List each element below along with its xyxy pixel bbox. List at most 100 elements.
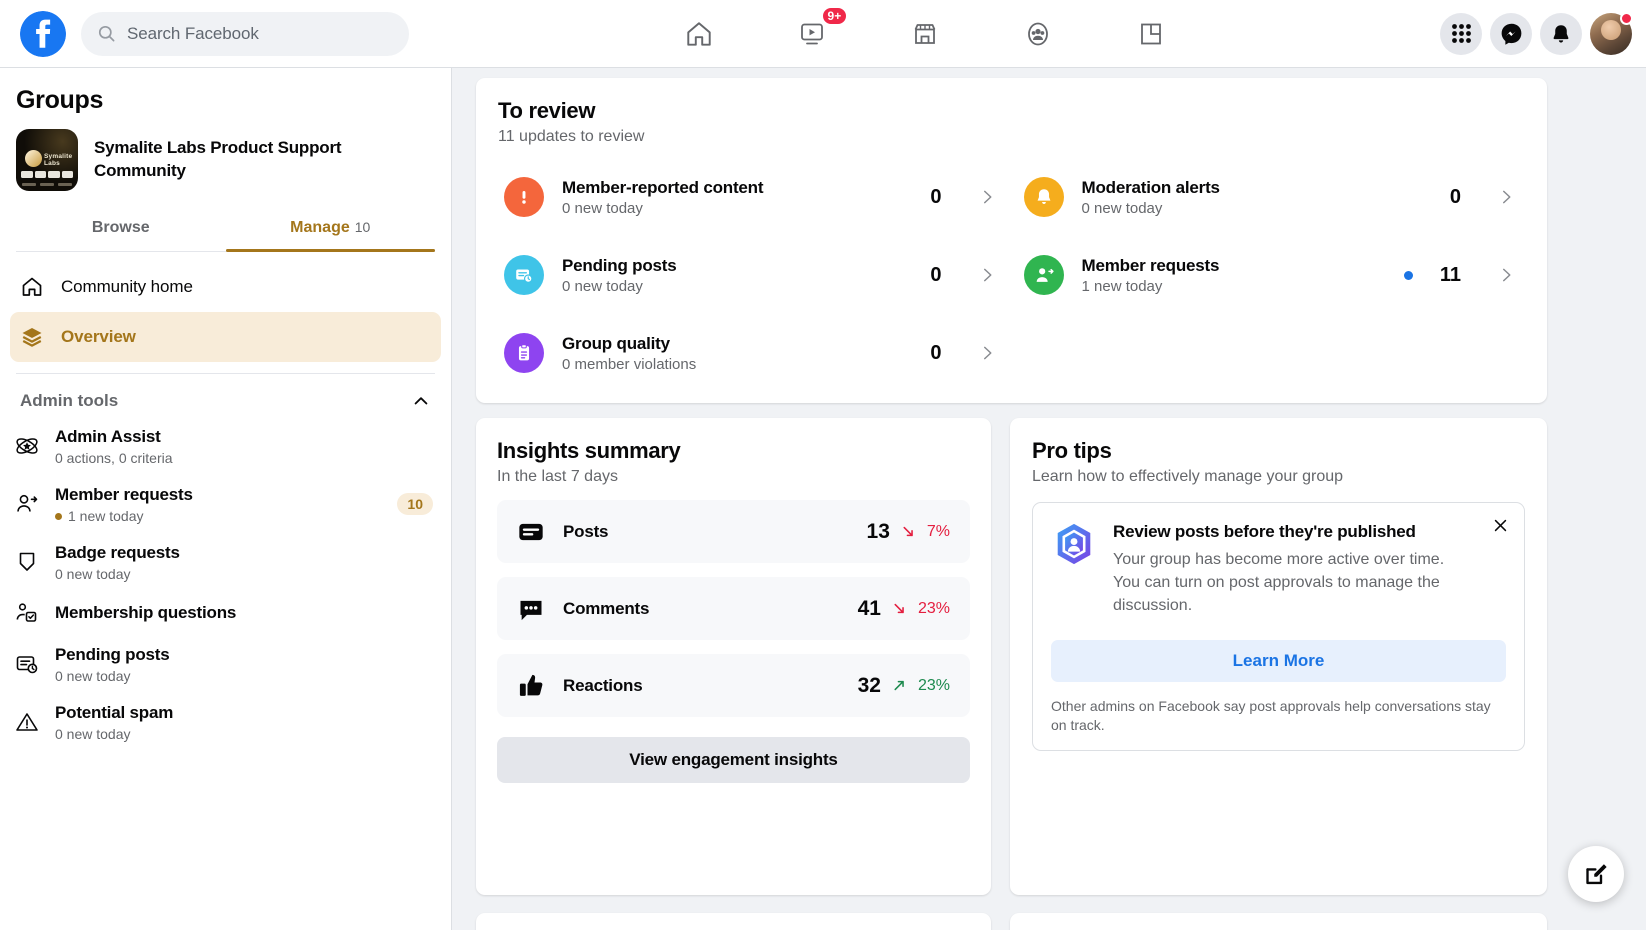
review-sub: 0 member violations: [562, 356, 912, 373]
stat-value: 41: [858, 597, 881, 621]
video-play-icon: [798, 20, 826, 48]
pending-post-icon: [504, 255, 544, 295]
group-thumb-label: Symalite Labs: [44, 153, 78, 167]
view-engagement-insights-button[interactable]: View engagement insights: [497, 737, 970, 783]
tab-manage-label: Manage: [290, 219, 350, 236]
nav-tab-home[interactable]: [642, 0, 755, 67]
tab-browse-label: Browse: [92, 219, 150, 236]
stat-label: Reactions: [563, 676, 642, 696]
tool-item-potential-spam[interactable]: Potential spam 0 new today: [0, 693, 451, 751]
to-review-card: To review 11 updates to review Member-re…: [476, 78, 1547, 403]
nav-tab-video[interactable]: 9+: [755, 0, 868, 67]
admin-assist-icon: [14, 433, 40, 459]
search-input[interactable]: Search Facebook: [81, 12, 409, 56]
main-content-area: To review 11 updates to review Member-re…: [453, 68, 1646, 930]
shield-person-badge-icon: [1051, 521, 1097, 567]
weekly-active-members-card: Weekly active members: [1010, 913, 1547, 930]
facebook-logo-icon[interactable]: [20, 11, 66, 57]
insights-summary-card: Insights summary In the last 7 days Post…: [476, 418, 991, 895]
review-row-pending-posts[interactable]: Pending posts 0 new today 0: [498, 236, 1006, 314]
sidebar-item-community-home[interactable]: Community home: [10, 262, 441, 312]
chevron-right-icon[interactable]: [1493, 266, 1519, 284]
gaming-icon: [1137, 20, 1165, 48]
report-exclamation-icon: [504, 177, 544, 217]
trend-down-arrow-icon: [891, 600, 908, 617]
review-row-member-requests[interactable]: Member requests 1 new today 11: [1018, 236, 1526, 314]
chevron-right-icon[interactable]: [974, 266, 1000, 284]
review-title: Pending posts: [562, 256, 912, 276]
sidebar-tabs: Browse Manage10: [16, 207, 435, 252]
tool-item-member-requests[interactable]: Member requests 1 new today 10: [0, 475, 451, 533]
messenger-icon: [1500, 22, 1523, 45]
tab-manage[interactable]: Manage10: [226, 207, 436, 251]
pro-tip-box: Review posts before they're published Yo…: [1032, 502, 1525, 751]
trend-up-arrow-icon: [891, 677, 908, 694]
review-row-moderation-alerts[interactable]: Moderation alerts 0 new today 0: [1018, 158, 1526, 236]
pro-tip-title: Review posts before they're published: [1113, 521, 1443, 544]
tool-pending-posts-sub: 0 new today: [55, 668, 433, 684]
stat-row-reactions[interactable]: Reactions 32 23%: [497, 654, 970, 717]
tool-member-requests-sub: 1 new today: [55, 508, 382, 524]
primary-nav-tabs: 9+: [409, 0, 1440, 67]
admin-tools-list: Admin Assist 0 actions, 0 criteria Membe…: [0, 417, 451, 751]
nav-tab-groups[interactable]: [981, 0, 1094, 67]
sidebar-heading: Groups: [0, 68, 451, 115]
tool-item-badge-requests[interactable]: Badge requests 0 new today: [0, 533, 451, 591]
pro-tips-title: Pro tips: [1032, 438, 1525, 464]
compose-fab[interactable]: [1568, 846, 1624, 902]
review-row-member-reported-content[interactable]: Member-reported content 0 new today 0: [498, 158, 1006, 236]
review-row-group-quality[interactable]: Group quality 0 member violations 0: [498, 314, 1006, 392]
layers-icon: [20, 325, 44, 349]
review-title: Group quality: [562, 334, 912, 354]
review-sub: 0 new today: [1082, 200, 1432, 217]
top-right-actions: [1440, 13, 1632, 55]
home-outline-icon: [20, 275, 44, 299]
tool-item-membership-questions[interactable]: Membership questions: [0, 591, 451, 635]
tab-browse[interactable]: Browse: [16, 207, 226, 251]
tool-item-pending-posts[interactable]: Pending posts 0 new today: [0, 635, 451, 693]
to-review-grid: Member-reported content 0 new today 0 Mo…: [498, 158, 1525, 392]
review-title: Moderation alerts: [1082, 178, 1432, 198]
tool-badge-requests-title: Badge requests: [55, 542, 433, 564]
member-request-icon: [1024, 255, 1064, 295]
sidebar-item-community-home-label: Community home: [61, 277, 193, 297]
tool-item-admin-assist[interactable]: Admin Assist 0 actions, 0 criteria: [0, 417, 451, 475]
sidebar-item-overview[interactable]: Overview: [10, 312, 441, 362]
nav-tab-marketplace[interactable]: [868, 0, 981, 67]
storefront-icon: [911, 20, 939, 48]
chevron-right-icon[interactable]: [974, 344, 1000, 362]
search-placeholder: Search Facebook: [127, 24, 259, 44]
menu-grid-button[interactable]: [1440, 13, 1482, 55]
chevron-right-icon[interactable]: [974, 188, 1000, 206]
messenger-button[interactable]: [1490, 13, 1532, 55]
review-title: Member-reported content: [562, 178, 912, 198]
nav-tab-gaming[interactable]: [1094, 0, 1207, 67]
chevron-up-icon[interactable]: [411, 391, 431, 411]
pro-tip-footnote: Other admins on Facebook say post approv…: [1051, 697, 1506, 737]
profile-avatar[interactable]: [1590, 13, 1632, 55]
learn-more-button[interactable]: Learn More: [1051, 640, 1506, 682]
close-icon[interactable]: [1488, 513, 1512, 537]
pending-post-icon: [14, 651, 40, 677]
clipboard-icon: [504, 333, 544, 373]
current-group-row[interactable]: Symalite Labs Symalite Labs Product Supp…: [0, 115, 451, 191]
tool-member-requests-sub-text: 1 new today: [68, 508, 144, 524]
stat-row-posts[interactable]: Posts 13 7%: [497, 500, 970, 563]
tool-admin-assist-sub: 0 actions, 0 criteria: [55, 450, 433, 466]
groups-icon: [1024, 20, 1052, 48]
admin-tools-section-header[interactable]: Admin tools: [0, 385, 451, 417]
review-count: 0: [930, 342, 941, 365]
stat-row-comments[interactable]: Comments 41 23%: [497, 577, 970, 640]
group-name: Symalite Labs Product Support Community: [94, 137, 364, 183]
tool-member-requests-title: Member requests: [55, 484, 382, 506]
notifications-button[interactable]: [1540, 13, 1582, 55]
avatar-notification-dot: [1620, 12, 1633, 25]
to-review-title: To review: [498, 98, 1525, 124]
trend-down-arrow-icon: [900, 523, 917, 540]
pro-tips-card: Pro tips Learn how to effectively manage…: [1010, 418, 1547, 895]
stat-percent: 23%: [918, 677, 950, 695]
top-posts-card: Top posts: [476, 913, 991, 930]
insights-title: Insights summary: [497, 438, 970, 464]
warning-triangle-icon: [14, 709, 40, 735]
chevron-right-icon[interactable]: [1493, 188, 1519, 206]
